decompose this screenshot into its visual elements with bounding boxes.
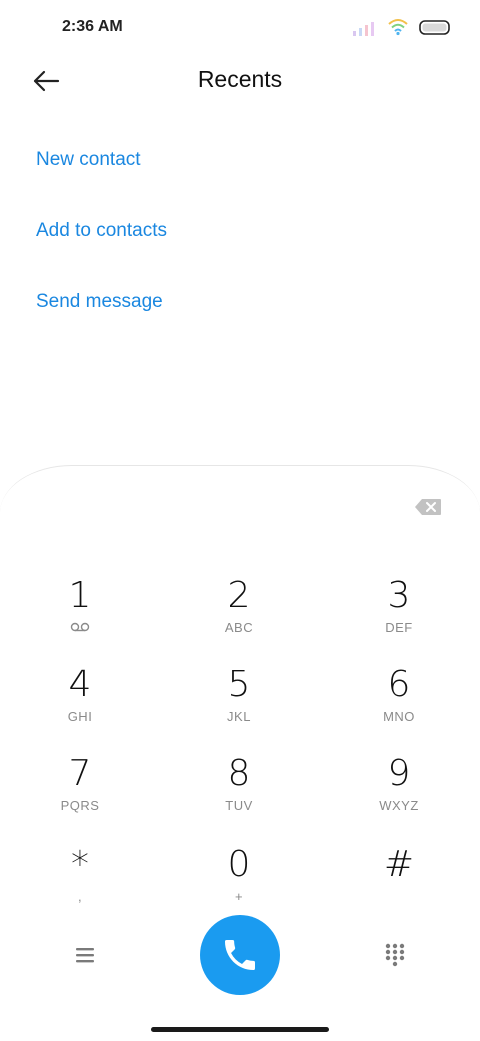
key-digit: 9: [387, 753, 411, 794]
key-letters: ,: [77, 889, 83, 904]
key-digit: #: [383, 844, 415, 885]
key-letters: WXYZ: [379, 798, 419, 813]
menu-button[interactable]: [72, 944, 98, 966]
key-3[interactable]: 3 DEF: [339, 576, 459, 656]
key-9[interactable]: 9 WXYZ: [339, 754, 459, 834]
key-letters: PQRS: [60, 798, 100, 813]
key-digit: 7: [68, 753, 92, 794]
menu-icon: [76, 948, 94, 963]
home-indicator[interactable]: [151, 1027, 329, 1032]
key-letters: JKL: [227, 709, 251, 724]
new-contact-link[interactable]: New contact: [36, 149, 141, 171]
key-digit: 3: [387, 575, 411, 616]
status-bar: 2:36 AM: [0, 0, 480, 56]
key-letters: TUV: [225, 798, 253, 813]
key-letters: GHI: [67, 709, 93, 724]
key-digit: 6: [387, 664, 411, 705]
phone-icon: [225, 940, 255, 970]
key-star[interactable]: * ,: [20, 845, 140, 925]
key-digit: 4: [68, 664, 92, 705]
dialpad-toggle-button[interactable]: [383, 942, 407, 968]
key-digit: 0: [227, 844, 251, 885]
key-2[interactable]: 2 ABC: [179, 576, 299, 656]
key-digit: 8: [227, 753, 251, 794]
key-letters: ABC: [224, 620, 254, 635]
voicemail-icon: [70, 622, 90, 632]
key-letters: +: [234, 889, 244, 904]
key-4[interactable]: 4 GHI: [20, 665, 140, 745]
key-7[interactable]: 7 PQRS: [20, 754, 140, 834]
key-digit: 1: [68, 575, 92, 616]
key-digit: *: [71, 844, 89, 885]
dialpad-grid-icon: [385, 943, 405, 967]
key-1[interactable]: 1: [20, 576, 140, 656]
backspace-icon: [415, 499, 441, 515]
wifi-icon: [388, 19, 408, 36]
key-letters: DEF: [385, 620, 413, 635]
key-digit: 5: [227, 664, 251, 705]
key-digit: 2: [227, 575, 251, 616]
key-5[interactable]: 5 JKL: [179, 665, 299, 745]
key-8[interactable]: 8 TUV: [179, 754, 299, 834]
key-hash[interactable]: #: [339, 845, 459, 925]
backspace-button[interactable]: [414, 498, 442, 516]
status-time: 2:36 AM: [62, 18, 123, 35]
key-letters: MNO: [383, 709, 415, 724]
key-6[interactable]: 6 MNO: [339, 665, 459, 745]
call-button[interactable]: [200, 915, 280, 995]
add-to-contacts-link[interactable]: Add to contacts: [36, 220, 167, 242]
signal-icon: [353, 22, 374, 36]
send-message-link[interactable]: Send message: [36, 291, 163, 313]
key-0[interactable]: 0 +: [179, 845, 299, 925]
page-title: Recents: [197, 66, 283, 92]
battery-icon: [419, 20, 450, 35]
